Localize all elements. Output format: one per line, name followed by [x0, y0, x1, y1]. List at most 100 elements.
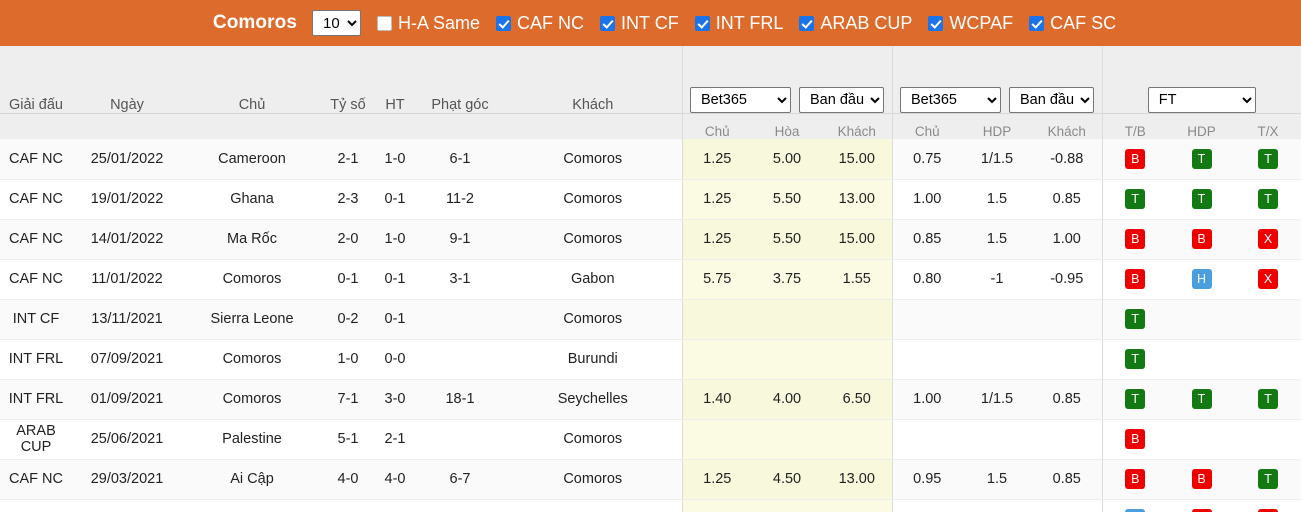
- result-badge: B: [1125, 148, 1146, 169]
- cell-hdp-home: 0.80: [891, 499, 962, 512]
- subheader-blank-5: [374, 113, 416, 139]
- row-count-select[interactable]: 10203050: [312, 10, 361, 36]
- table-row[interactable]: INT CF 13/11/2021 Sierra Leone 0-2 0-1 Comoro…: [0, 299, 1301, 340]
- cell-date: 07/09/2021: [72, 339, 182, 380]
- cell-odds-draw: [752, 299, 822, 340]
- cell-date: 13/11/2021: [72, 299, 182, 340]
- hdp-phase-select[interactable]: Ban đầuTức thời: [1009, 86, 1094, 113]
- cell-date: 25/01/2022: [72, 139, 182, 180]
- filter-checkbox-caf-sc[interactable]: [1029, 15, 1045, 31]
- cell-hdp-away: 0.85: [1032, 379, 1102, 420]
- table-row[interactable]: INT FRL 01/09/2021 Comoros 7-1 3-0 18-1 Seyche…: [0, 379, 1301, 420]
- team-title: Comoros: [212, 12, 297, 33]
- subheader-result-tx: T/X: [1235, 113, 1301, 139]
- cell-score: 5-1: [322, 419, 374, 460]
- cell-odds-draw: 3.75: [752, 259, 822, 300]
- cell-result-tx: [1235, 339, 1301, 380]
- result-period-select-cell: FTHT: [1101, 46, 1301, 114]
- cell-league: CAF NC: [0, 179, 72, 220]
- cell-odds-home: 1.25: [681, 459, 752, 500]
- subheader-hdp-home: Chủ: [891, 113, 962, 139]
- subheader-odds-draw: Hòa: [752, 113, 822, 139]
- cell-hdp-away: 0.85: [1032, 179, 1102, 220]
- cell-result-hdp: [1168, 339, 1235, 380]
- filter-checkbox-caf-nc[interactable]: [496, 15, 512, 31]
- cell-halftime: 0-1: [374, 179, 416, 220]
- table-row[interactable]: CAF NC 25/01/2022 Cameroon 2-1 1-0 6-1 Comoros…: [0, 139, 1301, 180]
- cell-result-hdp: B: [1168, 459, 1235, 500]
- col-header-ht: HT: [374, 46, 416, 114]
- cell-odds-away: 13.00: [822, 179, 892, 220]
- cell-corner: 6-7: [416, 459, 504, 500]
- result-badge: T: [1125, 349, 1146, 369]
- hdp-bookmaker-select[interactable]: Bet365BwinWilliam HillCrown: [900, 86, 1001, 113]
- filter-label-wcpaf: WCPAF: [949, 12, 1014, 33]
- cell-result-hdp: [1168, 419, 1235, 460]
- result-period-select[interactable]: FTHT: [1147, 86, 1256, 113]
- col-header-corner: Phạt góc: [416, 46, 504, 114]
- cell-hdp-away: [1032, 299, 1102, 340]
- cell-home-team: Ghana: [182, 179, 322, 220]
- result-badge: T: [1191, 148, 1212, 169]
- cell-date: 01/09/2021: [72, 379, 182, 420]
- table-row[interactable]: CAF NC 19/01/2022 Ghana 2-3 0-1 11-2 Comoros 1.…: [0, 179, 1301, 220]
- filter-checkbox-h-a-same[interactable]: [377, 15, 392, 31]
- cell-odds-draw: [752, 419, 822, 460]
- cell-halftime: 0-1: [374, 299, 416, 340]
- filter-checkbox-int-cf[interactable]: [600, 15, 616, 31]
- table-row[interactable]: CAF NC 11/01/2022 Comoros 0-1 0-1 3-1 Gabon 5.7…: [0, 259, 1301, 300]
- cell-home-team: Comoros: [182, 259, 322, 300]
- table-row[interactable]: CAF NC 14/01/2022 Ma Rốc 2-0 1-0 9-1 Comoros 1.…: [0, 219, 1301, 260]
- result-badge: X: [1258, 269, 1279, 289]
- cell-hdp-home: 1.00: [891, 379, 962, 420]
- cell-odds-home: 1.75: [681, 499, 752, 512]
- filter-checkbox-wcpaf[interactable]: [928, 15, 944, 31]
- cell-result-hdp: T: [1168, 379, 1235, 420]
- cell-result-tb: T: [1101, 379, 1168, 420]
- cell-halftime: 0-1: [374, 259, 416, 300]
- odds-bookmaker-select[interactable]: Bet365BwinWilliam HillCrown: [690, 86, 791, 113]
- filter-checkbox-arab-cup[interactable]: [799, 15, 815, 31]
- cell-hdp-value: [962, 419, 1032, 460]
- cell-home-team: Comoros: [182, 499, 322, 512]
- table-row[interactable]: CAF NC 29/03/2021 Ai Cập 4-0 4-0 6-7 Comoros 1.…: [0, 459, 1301, 500]
- odds-phase-select[interactable]: Ban đầuTức thời: [799, 86, 884, 113]
- subheader-hdp-away: Khách: [1032, 113, 1102, 139]
- cell-hdp-value: 1.5: [962, 459, 1032, 500]
- cell-odds-home: 1.25: [681, 219, 752, 260]
- result-badge: B: [1125, 469, 1146, 489]
- cell-hdp-home: 0.85: [891, 219, 962, 260]
- cell-odds-home: 5.75: [681, 259, 752, 300]
- cell-date: 29/03/2021: [72, 459, 182, 500]
- cell-home-team: Cameroon: [182, 139, 322, 180]
- cell-away-team: Comoros: [504, 459, 682, 500]
- cell-away-team: Comoros: [504, 419, 682, 460]
- cell-result-hdp: T: [1168, 139, 1235, 180]
- result-badge: T: [1191, 389, 1212, 409]
- result-badge: T: [1125, 189, 1146, 209]
- cell-hdp-home: [891, 419, 962, 460]
- header-row-top: Giải đấu Ngày Chủ Tỷ số HT Phạt góc Khác…: [0, 46, 1301, 114]
- table-row[interactable]: ARAB CUP 25/06/2021 Palestine 5-1 2-1 Comoros…: [0, 419, 1301, 460]
- cell-hdp-away: 1.00: [1032, 219, 1102, 260]
- filter-checkbox-int-frl[interactable]: [694, 15, 710, 31]
- cell-hdp-away: -0.95: [1032, 259, 1102, 300]
- result-badge: B: [1125, 269, 1146, 289]
- cell-result-tb: B: [1101, 419, 1168, 460]
- header-row-sub: Chủ Hòa Khách Chủ HDP Khách T/B HDP T/X: [0, 113, 1301, 139]
- subheader-odds-away: Khách: [822, 113, 892, 139]
- cell-corner: [416, 299, 504, 340]
- cell-odds-home: [681, 339, 752, 380]
- table-row[interactable]: INT FRL 07/09/2021 Comoros 1-0 0-0 Burundi T: [0, 339, 1301, 380]
- match-history-page: Comoros 10203050 H-A SameCAF NCINT CFINT…: [0, 0, 1301, 512]
- cell-hdp-home: 1.00: [891, 179, 962, 220]
- cell-odds-away: 13.00: [822, 459, 892, 500]
- cell-hdp-home: 0.75: [891, 139, 962, 180]
- cell-league: INT CF: [0, 299, 72, 340]
- cell-odds-away: 6.50: [822, 379, 892, 420]
- cell-hdp-away: [1032, 419, 1102, 460]
- cell-halftime: 2-1: [374, 419, 416, 460]
- cell-date: 14/01/2022: [72, 219, 182, 260]
- table-row[interactable]: CAF NC25/03/2021Comoros0-00-00-0Togo1.75…: [0, 499, 1301, 512]
- col-header-league: Giải đấu: [0, 46, 72, 114]
